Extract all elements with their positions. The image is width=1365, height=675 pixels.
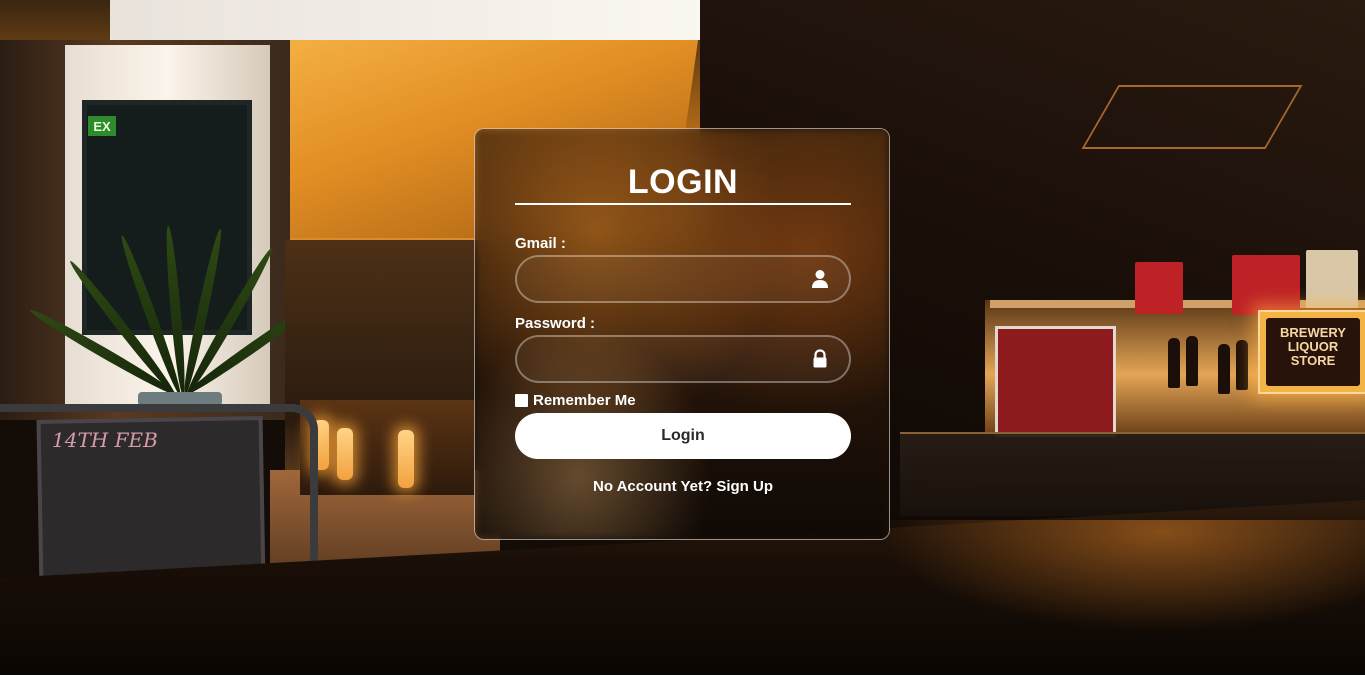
background-photo: EX 14TH FEB BREWERY LIQUOR STORE LOGIN G… xyxy=(0,0,1365,675)
login-title: LOGIN xyxy=(627,163,739,201)
lamp-glow xyxy=(337,428,353,480)
ceiling-panel xyxy=(1081,85,1303,149)
book-stack xyxy=(1306,250,1358,308)
remember-me-row[interactable]: Remember Me xyxy=(515,391,636,409)
bottle xyxy=(1218,344,1230,394)
user-icon xyxy=(812,270,828,288)
lamp-glow xyxy=(398,430,414,488)
table-reflection xyxy=(860,520,1365,640)
login-button[interactable]: Login xyxy=(515,413,851,459)
bottle xyxy=(1186,336,1198,386)
login-card: LOGIN Gmail : Password : Remember Me Log… xyxy=(474,128,890,540)
store-sign-text: BREWERY LIQUOR STORE xyxy=(1266,318,1360,386)
bottle xyxy=(1168,338,1180,388)
book-stack xyxy=(1135,262,1183,314)
remember-me-label[interactable]: Remember Me xyxy=(533,392,636,409)
title-underline xyxy=(515,203,851,205)
password-input[interactable] xyxy=(535,337,809,383)
store-sign-line: STORE xyxy=(1290,353,1336,368)
lock-icon xyxy=(813,349,827,368)
ceiling-beam xyxy=(110,0,710,40)
exit-sign: EX xyxy=(88,116,116,136)
glass-display-case xyxy=(900,432,1365,516)
coffee-machine xyxy=(995,326,1116,437)
password-field[interactable] xyxy=(515,335,851,383)
signup-link[interactable]: No Account Yet? Sign Up xyxy=(515,478,851,495)
remember-me-checkbox[interactable] xyxy=(515,393,528,407)
book-stack xyxy=(1232,255,1300,315)
gmail-field[interactable] xyxy=(515,255,851,303)
railing xyxy=(0,404,318,572)
store-sign-line: LIQUOR xyxy=(1287,339,1339,354)
gmail-input[interactable] xyxy=(535,257,809,303)
store-sign-line: BREWERY xyxy=(1280,325,1346,340)
gmail-label: Gmail : xyxy=(515,235,566,252)
store-sign: BREWERY LIQUOR STORE xyxy=(1258,310,1365,394)
password-label: Password : xyxy=(515,315,596,332)
bottle xyxy=(1236,340,1248,390)
